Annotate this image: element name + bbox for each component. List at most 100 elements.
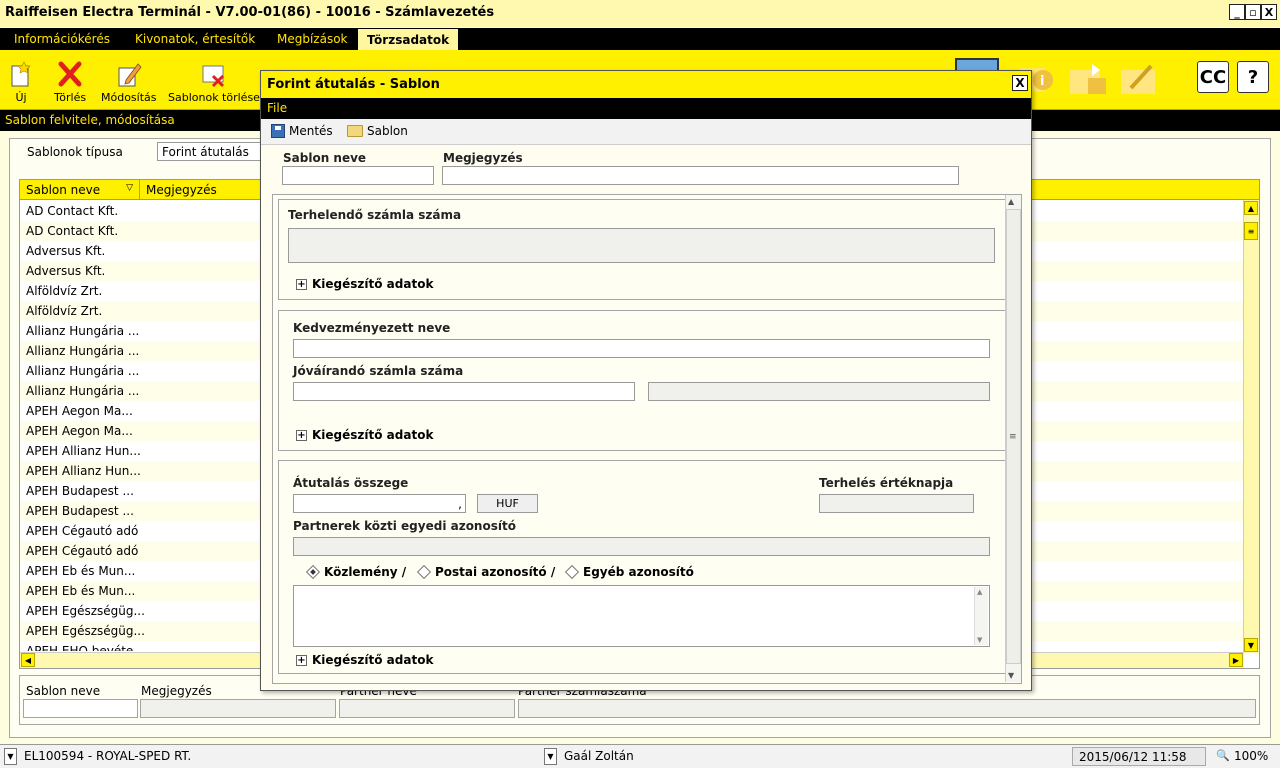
close-button[interactable]: X xyxy=(1261,4,1277,20)
credit-account-input[interactable] xyxy=(293,382,635,401)
currency-field: HUF xyxy=(477,494,538,513)
dialog-scroll-up-icon[interactable]: ▲ xyxy=(1008,197,1014,206)
dialog-titlebar: Forint átutalás - Sablon X xyxy=(261,71,1031,98)
scroll-left-icon[interactable]: ◀ xyxy=(21,653,35,667)
beneficiary-name-input[interactable] xyxy=(293,339,990,358)
dialog-scroll-down-icon[interactable]: ▼ xyxy=(1008,671,1014,680)
beneficiary-name-label: Kedvezményezett neve xyxy=(293,321,451,335)
modify-label: Módosítás xyxy=(101,91,157,104)
delete-button[interactable]: Törlés xyxy=(54,60,86,104)
textarea-scrollbar[interactable]: ▲ ▼ xyxy=(974,587,988,645)
switch-icon[interactable]: CC xyxy=(1197,61,1229,93)
textarea-scroll-down-icon[interactable]: ▼ xyxy=(977,636,982,644)
user-status: Gaál Zoltán xyxy=(564,749,634,763)
radio-unselected-icon xyxy=(564,564,580,580)
scroll-up-icon[interactable]: ▲ xyxy=(1244,201,1258,215)
modify-button[interactable]: Módosítás xyxy=(101,60,157,104)
datetime-status: 2015/06/12 11:58 xyxy=(1072,747,1206,766)
folder-settings-icon[interactable] xyxy=(1117,58,1161,98)
radio-selected-icon xyxy=(305,564,321,580)
menu-megbizasok[interactable]: Megbízások xyxy=(277,28,348,50)
radio-egyeb[interactable]: Egyéb azonosító xyxy=(564,564,694,580)
radio-postai-label: Postai azonosító / xyxy=(435,565,556,579)
zoom-icon[interactable]: 🔍 xyxy=(1216,749,1230,762)
dialog-scroll-grip-icon: ≡ xyxy=(1009,432,1017,442)
remittance-textarea[interactable]: ▲ ▼ xyxy=(293,585,990,647)
new-button[interactable]: Új xyxy=(8,60,34,104)
save-button[interactable]: Mentés xyxy=(271,124,333,138)
help-icon[interactable]: ? xyxy=(1237,61,1269,93)
debit-extra-expander[interactable]: + Kiegészítő adatok xyxy=(296,277,433,291)
debit-account-field[interactable] xyxy=(288,228,995,263)
save-label: Mentés xyxy=(289,124,333,138)
radio-postai[interactable]: Postai azonosító / xyxy=(416,564,556,580)
restore-button[interactable]: ▫ xyxy=(1245,4,1261,20)
filter-note-label: Megjegyzés xyxy=(141,684,212,698)
menu-informaciokeres[interactable]: Információkérés xyxy=(14,28,110,50)
expand-plus-icon: + xyxy=(296,279,307,290)
partner-id-field[interactable] xyxy=(293,537,990,556)
radio-unselected-icon xyxy=(416,564,432,580)
credit-account-label: Jóváírandó számla száma xyxy=(293,364,464,378)
account-status: EL100594 - ROYAL-SPED RT. xyxy=(24,749,192,763)
template-type-select[interactable]: Forint átutalás xyxy=(157,142,267,161)
extra-data-label: Kiegészítő adatok xyxy=(312,277,434,291)
scroll-down-icon[interactable]: ▼ xyxy=(1244,638,1258,652)
new-label: Új xyxy=(15,91,27,104)
menu-torzsadatok[interactable]: Törzsadatok xyxy=(358,29,459,50)
dialog-vertical-scrollbar[interactable]: ▲ ≡ ▼ xyxy=(1005,195,1021,682)
template-type-label: Sablonok típusa xyxy=(27,145,123,159)
radio-egyeb-label: Egyéb azonosító xyxy=(583,565,694,579)
amount-input[interactable]: , xyxy=(293,494,466,513)
column-header-name[interactable]: Sablon neve ▽ xyxy=(20,180,140,200)
filter-account-input[interactable] xyxy=(518,699,1256,718)
textarea-scroll-up-icon[interactable]: ▲ xyxy=(977,588,982,596)
beneficiary-extra-expander[interactable]: + Kiegészítő adatok xyxy=(296,428,433,442)
new-document-icon xyxy=(8,60,34,88)
dialog-scroll-thumb[interactable]: ≡ xyxy=(1006,209,1021,664)
template-name-input[interactable] xyxy=(282,166,434,185)
template-label: Sablon xyxy=(367,124,408,138)
filter-name-input[interactable] xyxy=(23,699,138,718)
value-date-input[interactable] xyxy=(819,494,974,513)
account-dropdown-icon[interactable]: ▼ xyxy=(4,748,17,765)
expand-plus-icon: + xyxy=(296,430,307,441)
radio-kozlemeny[interactable]: Közlemény / xyxy=(305,564,407,580)
value-date-label: Terhelés értéknapja xyxy=(819,476,954,490)
vertical-scrollbar[interactable]: ▲ ≡ ▼ xyxy=(1243,200,1259,653)
scroll-right-icon[interactable]: ▶ xyxy=(1229,653,1243,667)
note-input[interactable] xyxy=(442,166,959,185)
column-header-name-label: Sablon neve xyxy=(26,183,101,197)
dialog-toolbar: Mentés Sablon xyxy=(261,119,1031,145)
template-button[interactable]: Sablon xyxy=(347,124,408,138)
delete-templates-button[interactable]: Sablonok törlése xyxy=(168,60,260,104)
extra-data-label: Kiegészítő adatok xyxy=(312,428,434,442)
minimize-button[interactable]: _ xyxy=(1229,4,1245,20)
svg-text:i: i xyxy=(1040,74,1044,89)
delete-x-icon xyxy=(57,60,83,88)
folder-icon xyxy=(347,125,363,137)
dialog-menu-file[interactable]: File xyxy=(261,98,1031,119)
filter-partner-input[interactable] xyxy=(339,699,515,718)
expand-plus-icon: + xyxy=(296,655,307,666)
menu-kivonatok[interactable]: Kivonatok, értesítők xyxy=(135,28,255,50)
delete-label: Törlés xyxy=(54,91,87,104)
extra-data-label: Kiegészítő adatok xyxy=(312,653,434,667)
credit-account-extra-field[interactable] xyxy=(648,382,990,401)
user-dropdown-icon[interactable]: ▼ xyxy=(544,748,557,765)
partner-id-label: Partnerek közti egyedi azonosító xyxy=(293,519,516,533)
folder-export-icon[interactable] xyxy=(1066,58,1110,98)
scroll-thumb[interactable]: ≡ xyxy=(1244,222,1258,240)
dialog-close-icon[interactable]: X xyxy=(1012,75,1028,91)
filter-name-label: Sablon neve xyxy=(26,684,101,698)
window-titlebar: Raiffeisen Electra Terminál - V7.00-01(8… xyxy=(0,0,1280,27)
statusbar: ▼ EL100594 - ROYAL-SPED RT. ▼ Gaál Zoltá… xyxy=(0,744,1280,768)
radio-kozlemeny-label: Közlemény / xyxy=(324,565,407,579)
note-label: Megjegyzés xyxy=(443,151,523,165)
filter-note-input[interactable] xyxy=(140,699,336,718)
sort-filter-icon[interactable]: ▽ xyxy=(126,183,133,193)
delete-templates-label: Sablonok törlése xyxy=(168,91,260,104)
amount-extra-expander[interactable]: + Kiegészítő adatok xyxy=(296,653,433,667)
template-dialog: Forint átutalás - Sablon X File Mentés S… xyxy=(260,70,1032,691)
zoom-status[interactable]: 100% xyxy=(1234,749,1268,763)
